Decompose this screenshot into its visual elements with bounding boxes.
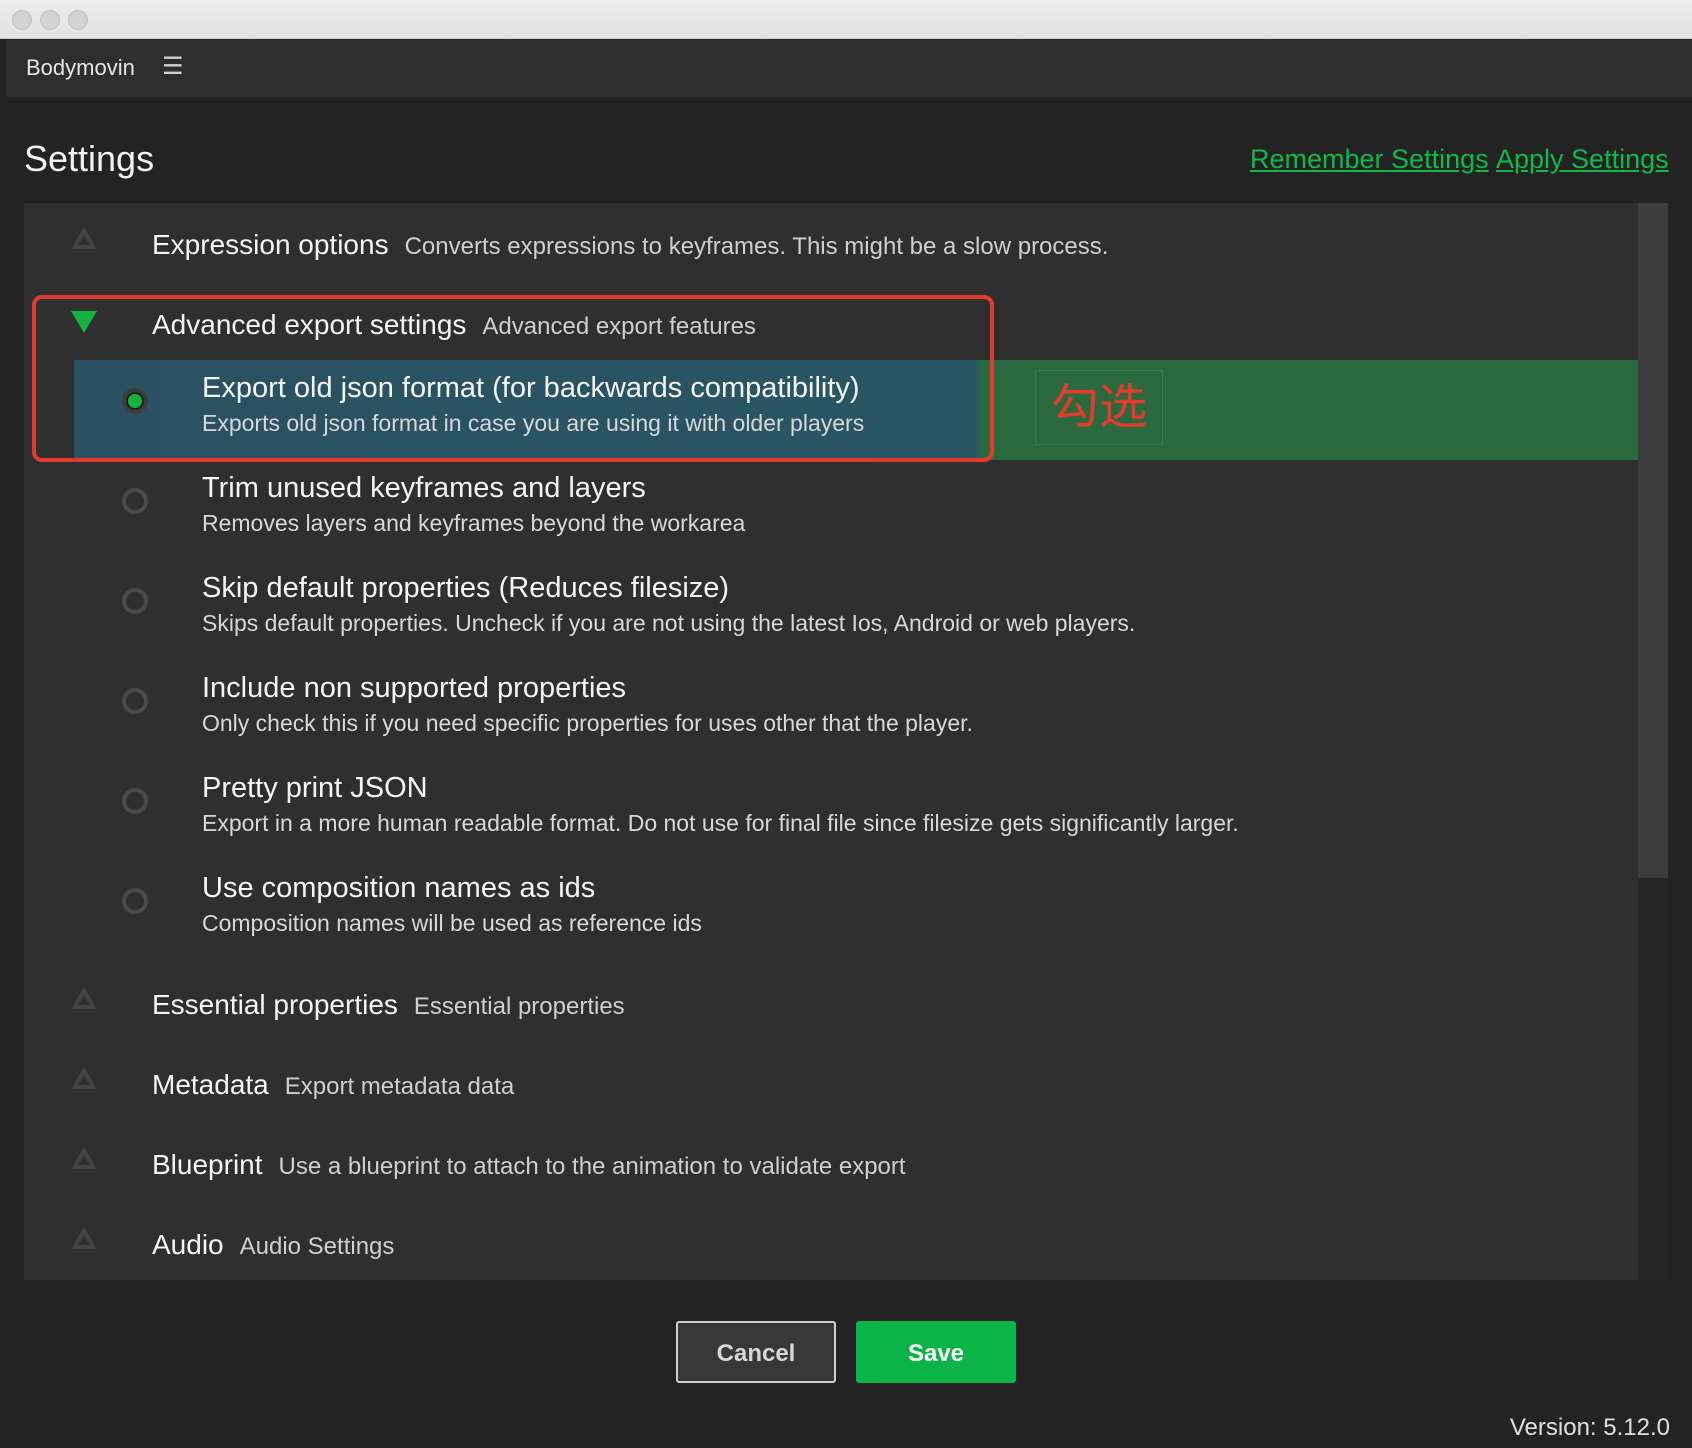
page-title: Settings xyxy=(24,138,155,179)
option-title: Use composition names as ids xyxy=(202,872,596,904)
option-title: Trim unused keyframes and layers xyxy=(202,472,646,504)
annotation-label: 勾选 xyxy=(1035,370,1163,445)
radio-button[interactable] xyxy=(122,488,148,514)
option-description: Only check this if you need specific pro… xyxy=(202,710,973,736)
option-title: Skip default properties (Reduces filesiz… xyxy=(202,572,730,604)
section-advanced-export[interactable]: Advanced export settings Advanced export … xyxy=(24,291,1638,351)
close-window-button[interactable] xyxy=(12,10,32,30)
option-description: Skips default properties. Uncheck if you… xyxy=(202,610,1136,636)
remember-settings-link[interactable]: Remember Settings xyxy=(1250,144,1489,175)
scrollbar-thumb[interactable] xyxy=(1638,203,1668,878)
cancel-button[interactable]: Cancel xyxy=(676,1321,836,1383)
option-description: Export in a more human readable format. … xyxy=(202,810,1239,836)
option-description: Composition names will be used as refere… xyxy=(202,910,702,936)
radio-button-checked[interactable] xyxy=(122,388,148,414)
zoom-window-button[interactable] xyxy=(68,10,88,30)
option-trim-unused[interactable]: Trim unused keyframes and layers Removes… xyxy=(24,460,1638,560)
option-export-old-json[interactable]: Export old json format (for backwards co… xyxy=(74,360,1638,460)
minimize-window-button[interactable] xyxy=(40,10,60,30)
radio-button[interactable] xyxy=(122,788,148,814)
radio-button[interactable] xyxy=(122,588,148,614)
expand-triangle-icon[interactable] xyxy=(71,1227,97,1249)
hamburger-icon[interactable]: ☰ xyxy=(162,55,184,79)
option-composition-names[interactable]: Use composition names as ids Composition… xyxy=(24,860,1638,960)
app-window: Bodymovin ☰ Settings Remember Settings A… xyxy=(0,0,1692,1448)
expand-triangle-icon[interactable] xyxy=(71,227,97,249)
version-label: Version: 5.12.0 xyxy=(1509,1414,1670,1441)
section-description: Audio Settings xyxy=(239,1233,395,1260)
collapse-triangle-icon[interactable] xyxy=(71,311,97,333)
section-title: Audio xyxy=(152,1229,224,1260)
section-description: Advanced export features xyxy=(482,313,756,340)
expand-triangle-icon[interactable] xyxy=(71,1067,97,1089)
expand-triangle-icon[interactable] xyxy=(71,987,97,1009)
option-description: Exports old json format in case you are … xyxy=(202,410,865,436)
section-title: Essential properties xyxy=(152,989,398,1020)
option-description: Removes layers and keyframes beyond the … xyxy=(202,510,746,536)
radio-button[interactable] xyxy=(122,688,148,714)
section-description: Essential properties xyxy=(413,993,625,1020)
section-blueprint[interactable]: Blueprint Use a blueprint to attach to th… xyxy=(24,1131,1638,1191)
app-name: Bodymovin xyxy=(26,55,135,80)
section-title: Blueprint xyxy=(152,1149,263,1180)
section-audio[interactable]: Audio Audio Settings xyxy=(24,1211,1638,1271)
title-bar xyxy=(0,0,1692,39)
option-include-non-supported[interactable]: Include non supported properties Only ch… xyxy=(24,660,1638,760)
option-title: Include non supported properties xyxy=(202,672,627,704)
section-expression-options[interactable]: Expression options Converts expressions t… xyxy=(24,211,1638,271)
radio-dot-icon xyxy=(128,394,142,408)
settings-panel: Expression options Converts expressions t… xyxy=(24,203,1638,1280)
option-pretty-print[interactable]: Pretty print JSON Export in a more human… xyxy=(24,760,1638,860)
section-description: Use a blueprint to attach to the animati… xyxy=(278,1153,906,1180)
option-skip-default[interactable]: Skip default properties (Reduces filesiz… xyxy=(24,560,1638,660)
radio-button[interactable] xyxy=(122,888,148,914)
section-title: Expression options xyxy=(152,229,389,260)
save-button[interactable]: Save xyxy=(856,1321,1016,1383)
option-title: Export old json format (for backwards co… xyxy=(202,372,860,404)
section-title: Advanced export settings xyxy=(152,309,467,340)
app-bar: Bodymovin ☰ xyxy=(6,39,1692,97)
section-metadata[interactable]: Metadata Export metadata data xyxy=(24,1051,1638,1111)
expand-triangle-icon[interactable] xyxy=(71,1147,97,1169)
section-title: Metadata xyxy=(152,1069,269,1100)
section-description: Export metadata data xyxy=(284,1073,515,1100)
option-title: Pretty print JSON xyxy=(202,772,428,804)
section-description: Converts expressions to keyframes. This … xyxy=(404,233,1109,260)
section-essential-properties[interactable]: Essential properties Essential properties xyxy=(24,971,1638,1031)
apply-settings-link[interactable]: Apply Settings xyxy=(1496,144,1669,175)
